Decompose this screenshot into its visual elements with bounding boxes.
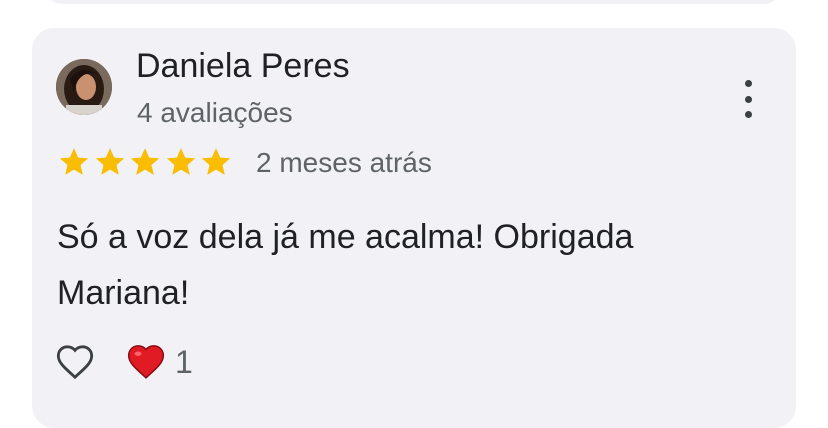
red-heart-emoji-icon [127,345,165,379]
like-button[interactable] [54,343,96,383]
heart-reaction[interactable]: 1 [125,341,193,383]
star-icon [95,148,124,175]
star-icon [166,148,195,175]
review-text: Só a voz dela já me acalma! Obrigada Mar… [57,218,634,312]
more-vert-icon-dot [744,111,752,118]
star-icon [130,148,160,175]
author-review-count: 4 avaliações [137,97,293,128]
reaction-count: 1 [175,344,193,380]
more-vert-icon [744,80,752,87]
author-name[interactable]: Daniela Peres [136,46,350,86]
more-options-button[interactable] [731,80,765,118]
avatar-photo [56,59,112,115]
more-vert-icon-dot [744,95,752,103]
star-icon [201,148,231,175]
star-rating [56,145,234,179]
previous-review-card [44,0,782,4]
review-time: 2 meses atrás [256,147,432,178]
heart-outline-icon [56,345,94,380]
star-icon [59,148,89,175]
avatar[interactable] [56,59,112,115]
